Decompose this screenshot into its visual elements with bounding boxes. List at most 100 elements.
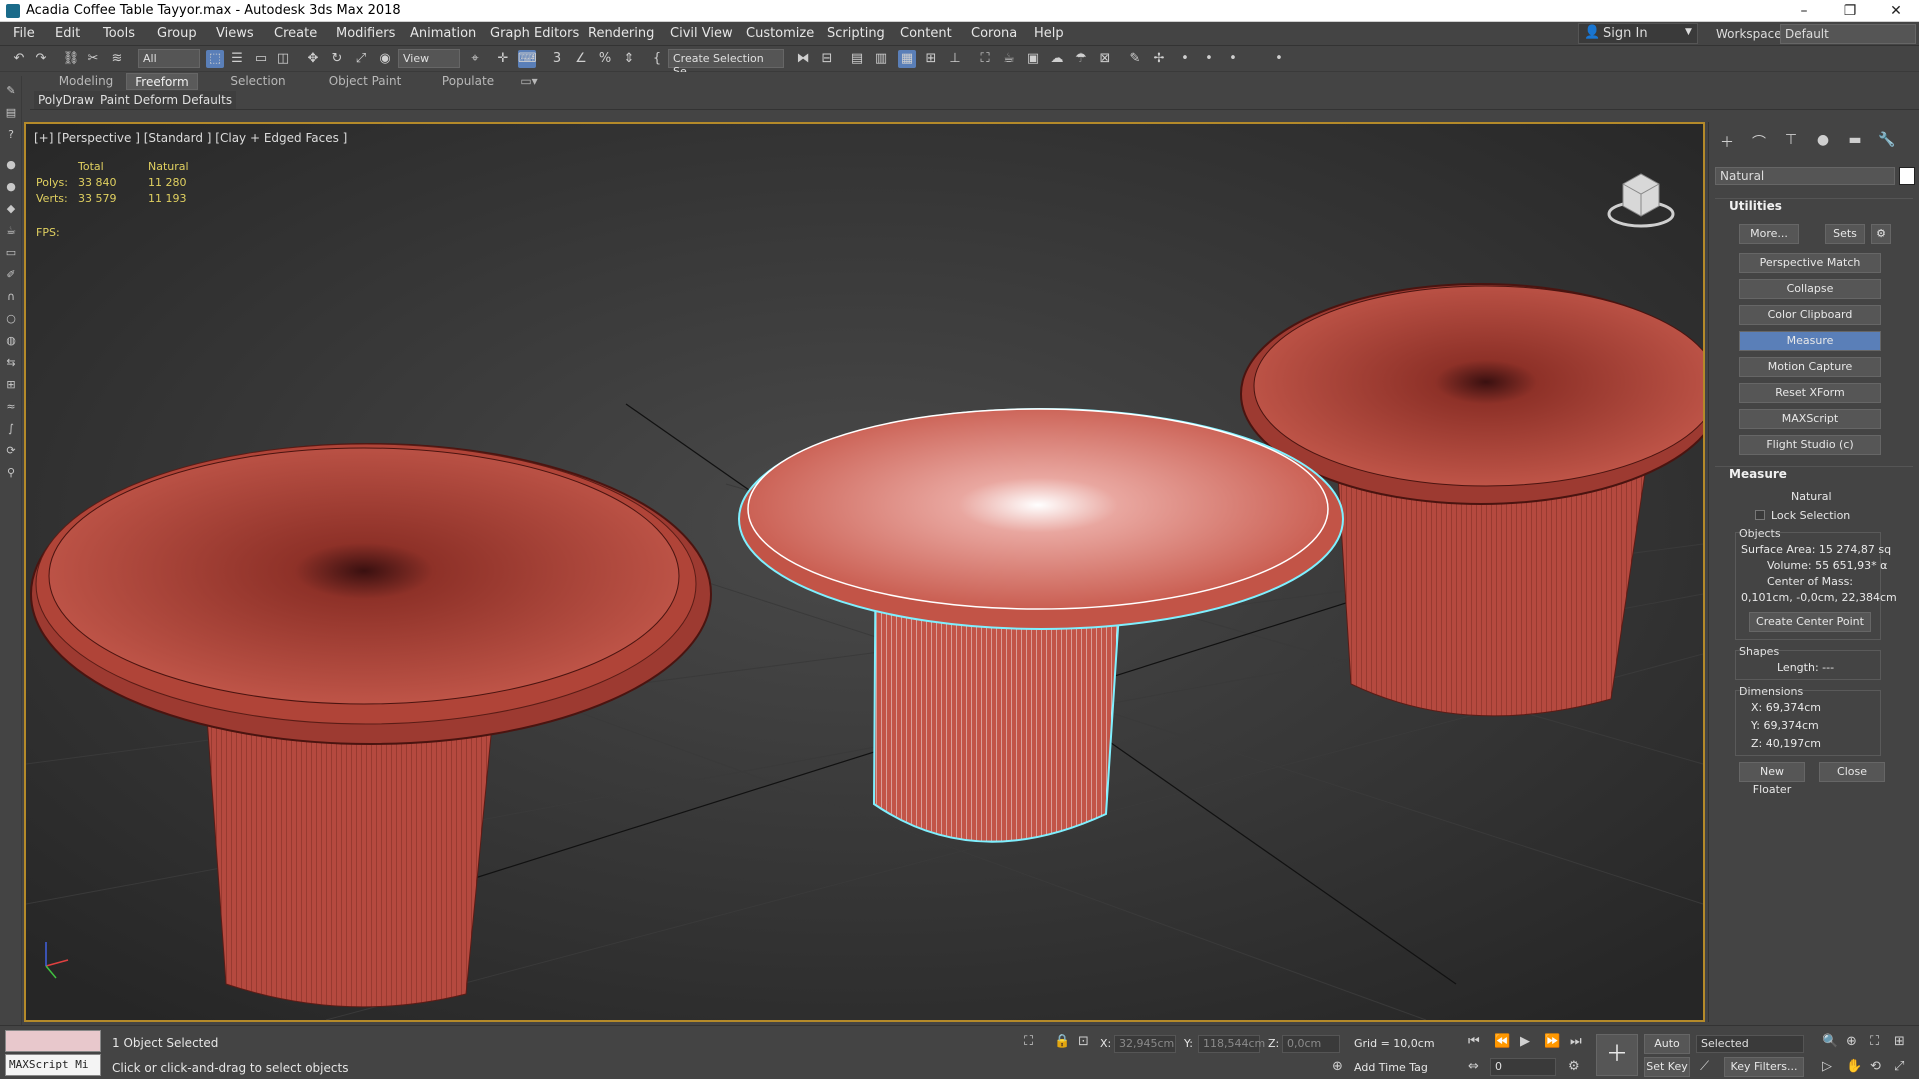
toggle-ribbon-icon[interactable]: ▦	[898, 50, 916, 68]
maxscript-listener-output[interactable]	[5, 1030, 101, 1052]
utilities-rollout-title[interactable]: Utilities	[1715, 198, 1913, 216]
flight-studio-button[interactable]: Flight Studio (c)	[1739, 435, 1881, 455]
measure-rollout-title[interactable]: Measure	[1715, 466, 1913, 484]
go-to-start-icon[interactable]: ⏮	[1468, 1034, 1480, 1049]
spinner-snap-icon[interactable]: ⇕	[620, 50, 638, 68]
z-coordinate-field[interactable]: 0,0cm	[1282, 1035, 1340, 1053]
window-crossing-icon[interactable]: ◫	[274, 50, 292, 68]
render-iterative-icon[interactable]: ☂	[1072, 50, 1090, 68]
light-icon[interactable]: ●	[4, 158, 18, 172]
corona-dot4-icon[interactable]: •	[1270, 50, 1288, 68]
sign-in-button[interactable]: 👤 Sign In ▼	[1578, 23, 1698, 44]
isolate-selection-icon[interactable]: ⛶	[1024, 1034, 1033, 1049]
lock-selection-checkbox[interactable]	[1755, 510, 1765, 520]
close-measure-button[interactable]: Close	[1819, 762, 1885, 782]
key-filters-button[interactable]: Key Filters...	[1724, 1057, 1804, 1077]
wave-icon[interactable]: ≈	[4, 400, 18, 414]
menu-file[interactable]: File	[13, 26, 35, 41]
select-move-icon[interactable]: ✥	[304, 50, 322, 68]
next-frame-icon[interactable]: ⏩	[1544, 1034, 1560, 1049]
redo-icon[interactable]: ↷	[32, 50, 50, 68]
measure-button[interactable]: Measure	[1739, 331, 1881, 351]
create-tab-icon[interactable]: ＋	[1715, 132, 1739, 152]
rendered-frame-window-icon[interactable]: ▣	[1024, 50, 1042, 68]
menu-edit[interactable]: Edit	[55, 26, 80, 41]
pen-icon[interactable]: ✐	[4, 268, 18, 282]
key-tangent-icon[interactable]: ⟋	[1700, 1059, 1709, 1074]
select-object-icon[interactable]: ⬚	[206, 50, 224, 68]
time-tag-icon[interactable]: ⊕	[1332, 1059, 1343, 1074]
schematic-view-icon[interactable]: ⊥	[946, 50, 964, 68]
selection-filter-dropdown[interactable]: All	[138, 49, 200, 68]
orbit-icon[interactable]: ⟲	[1870, 1059, 1881, 1074]
modify-tab-icon[interactable]: ⌒	[1747, 132, 1771, 152]
hierarchy-tab-icon[interactable]: ⊤	[1779, 132, 1803, 152]
motion-tab-icon[interactable]: ●	[1811, 132, 1835, 152]
shapes-icon[interactable]: ▭	[4, 246, 18, 260]
corona-vfb-icon[interactable]: ✢	[1150, 50, 1168, 68]
select-manipulate-icon[interactable]: ✛	[494, 50, 512, 68]
reset-xform-button[interactable]: Reset XForm	[1739, 383, 1881, 403]
tab-modeling[interactable]: Modeling	[50, 73, 122, 90]
current-frame-field[interactable]: 0	[1490, 1058, 1556, 1076]
defaults-button[interactable]: Defaults	[178, 91, 237, 109]
set-keys-icon[interactable]: ＋	[1596, 1034, 1638, 1076]
close-window-button[interactable]: ✕	[1873, 0, 1919, 22]
reference-coordinate-dropdown[interactable]: View	[398, 49, 460, 68]
angle-snap-icon[interactable]: ∠	[572, 50, 590, 68]
more-button[interactable]: More...	[1739, 224, 1799, 244]
field-of-view-icon[interactable]: ▷	[1822, 1059, 1832, 1074]
menu-animation[interactable]: Animation	[410, 26, 476, 41]
display-tab-icon[interactable]: ▬	[1843, 132, 1867, 152]
menu-scripting[interactable]: Scripting	[827, 26, 885, 41]
absolute-mode-icon[interactable]: ⊡	[1078, 1034, 1089, 1049]
maxscript-mini-listener[interactable]: MAXScript Mi	[5, 1054, 101, 1076]
key-filter-selection-dropdown[interactable]: Selected	[1696, 1035, 1804, 1053]
layer-explorer-icon[interactable]: ▥	[872, 50, 890, 68]
maximize-viewport-icon[interactable]: ⤢	[1894, 1059, 1904, 1074]
pan-view-icon[interactable]: ✋	[1846, 1059, 1862, 1074]
menu-rendering[interactable]: Rendering	[588, 26, 654, 41]
menu-help[interactable]: Help	[1034, 26, 1064, 41]
curve-editor-icon[interactable]: ⊞	[922, 50, 940, 68]
unlink-icon[interactable]: ✂	[84, 50, 102, 68]
select-scale-icon[interactable]: ⤢	[352, 50, 370, 68]
lock-icon[interactable]: 🔒	[1054, 1034, 1070, 1049]
menu-group[interactable]: Group	[157, 26, 197, 41]
arrows-icon[interactable]: ⇆	[4, 356, 18, 370]
maxscript-button[interactable]: MAXScript	[1739, 409, 1881, 429]
object-color-swatch[interactable]	[1899, 167, 1915, 185]
utilities-tab-icon[interactable]: 🔧	[1875, 132, 1899, 152]
create-center-point-button[interactable]: Create Center Point	[1749, 612, 1871, 632]
percent-snap-icon[interactable]: %	[596, 50, 614, 68]
paint-icon[interactable]: ◍	[4, 334, 18, 348]
maximize-button[interactable]: ❐	[1827, 0, 1873, 22]
named-selection-set-dropdown[interactable]: Create Selection Se	[668, 49, 784, 78]
render-setup-icon[interactable]: ☕	[1000, 50, 1018, 68]
perspective-match-button[interactable]: Perspective Match	[1739, 253, 1881, 273]
menu-content[interactable]: Content	[900, 26, 952, 41]
paint-deform-button[interactable]: Paint Deform	[96, 91, 183, 109]
y-coordinate-field[interactable]: 118,544cm	[1198, 1035, 1265, 1053]
link-icon[interactable]: ⛓	[62, 50, 80, 68]
time-configuration-icon[interactable]: ⚙	[1568, 1059, 1580, 1074]
menu-views[interactable]: Views	[216, 26, 254, 41]
undo-icon[interactable]: ↶	[10, 50, 28, 68]
sphere-icon[interactable]: ●	[4, 180, 18, 194]
loop-icon[interactable]: ○	[4, 312, 18, 326]
corona-dot2-icon[interactable]: •	[1200, 50, 1218, 68]
geometry-icon[interactable]: ◆	[4, 202, 18, 216]
menu-modifiers[interactable]: Modifiers	[336, 26, 395, 41]
color-clipboard-button[interactable]: Color Clipboard	[1739, 305, 1881, 325]
add-time-tag[interactable]: Add Time Tag	[1354, 1061, 1428, 1074]
polydraw-button[interactable]: PolyDraw	[34, 91, 98, 109]
layers-icon[interactable]: ▤	[4, 106, 18, 120]
menu-customize[interactable]: Customize	[746, 26, 814, 41]
corona-dot1-icon[interactable]: •	[1176, 50, 1194, 68]
key-mode-icon[interactable]: ⇔	[1468, 1059, 1479, 1074]
curve-icon[interactable]: ∫	[4, 422, 18, 436]
perspective-viewport[interactable]: [+] [Perspective ] [Standard ] [Clay + E…	[24, 122, 1705, 1022]
minimize-button[interactable]: –	[1781, 0, 1827, 22]
bind-space-warp-icon[interactable]: ≋	[108, 50, 126, 68]
keyboard-shortcut-override-icon[interactable]: ⌨	[518, 50, 537, 68]
